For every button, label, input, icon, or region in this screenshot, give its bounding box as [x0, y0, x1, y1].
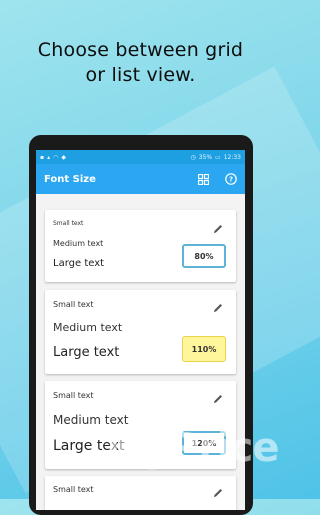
medium-text-sample: Medium text: [53, 239, 104, 248]
percent-badge[interactable]: 110%: [182, 336, 226, 362]
location-icon: ◆: [61, 153, 66, 161]
alarm-icon: ◷: [190, 153, 196, 161]
wifi-icon: ◠: [53, 153, 59, 161]
status-time: 12:33: [223, 153, 241, 161]
notification-icon: ▪: [40, 153, 45, 161]
watermark-url: myprice.com.cn: [110, 482, 214, 492]
medium-text-sample: Medium text: [53, 321, 123, 334]
small-text-sample: Small text: [53, 391, 94, 400]
edit-pencil-icon[interactable]: [212, 220, 224, 233]
app-title: Font Size: [44, 173, 96, 185]
font-size-card-80[interactable]: Small text Medium text Large text 80%: [45, 210, 236, 282]
battery-icon: ▭: [215, 153, 221, 161]
large-text-sample: Large text: [53, 258, 105, 269]
grid-view-icon[interactable]: [197, 173, 210, 186]
percent-badge[interactable]: 80%: [182, 244, 226, 268]
signal-icon: ▴: [47, 153, 51, 161]
status-bar: ▪ ▴ ◠ ◆ ◷ 35% ▭ 12:33: [36, 150, 245, 164]
edit-pencil-icon[interactable]: [212, 390, 224, 403]
headline-line-2: or list view.: [85, 64, 196, 86]
headline: Choose between grid or list view.: [0, 38, 281, 88]
edit-pencil-icon[interactable]: [212, 299, 224, 312]
small-text-sample: Small text: [53, 485, 94, 494]
large-text-sample: Large text: [53, 345, 120, 360]
headline-line-1: Choose between grid: [37, 39, 244, 61]
app-bar: Font Size ?: [36, 164, 245, 194]
battery-percent: 35%: [198, 153, 213, 161]
svg-text:?: ?: [228, 176, 232, 184]
help-icon[interactable]: ?: [224, 173, 237, 186]
watermark-logo: MyPrice: [106, 425, 279, 471]
font-size-card-110[interactable]: Small text Medium text Large text 110%: [45, 290, 236, 374]
small-text-sample: Small text: [53, 220, 84, 227]
small-text-sample: Small text: [53, 300, 94, 309]
